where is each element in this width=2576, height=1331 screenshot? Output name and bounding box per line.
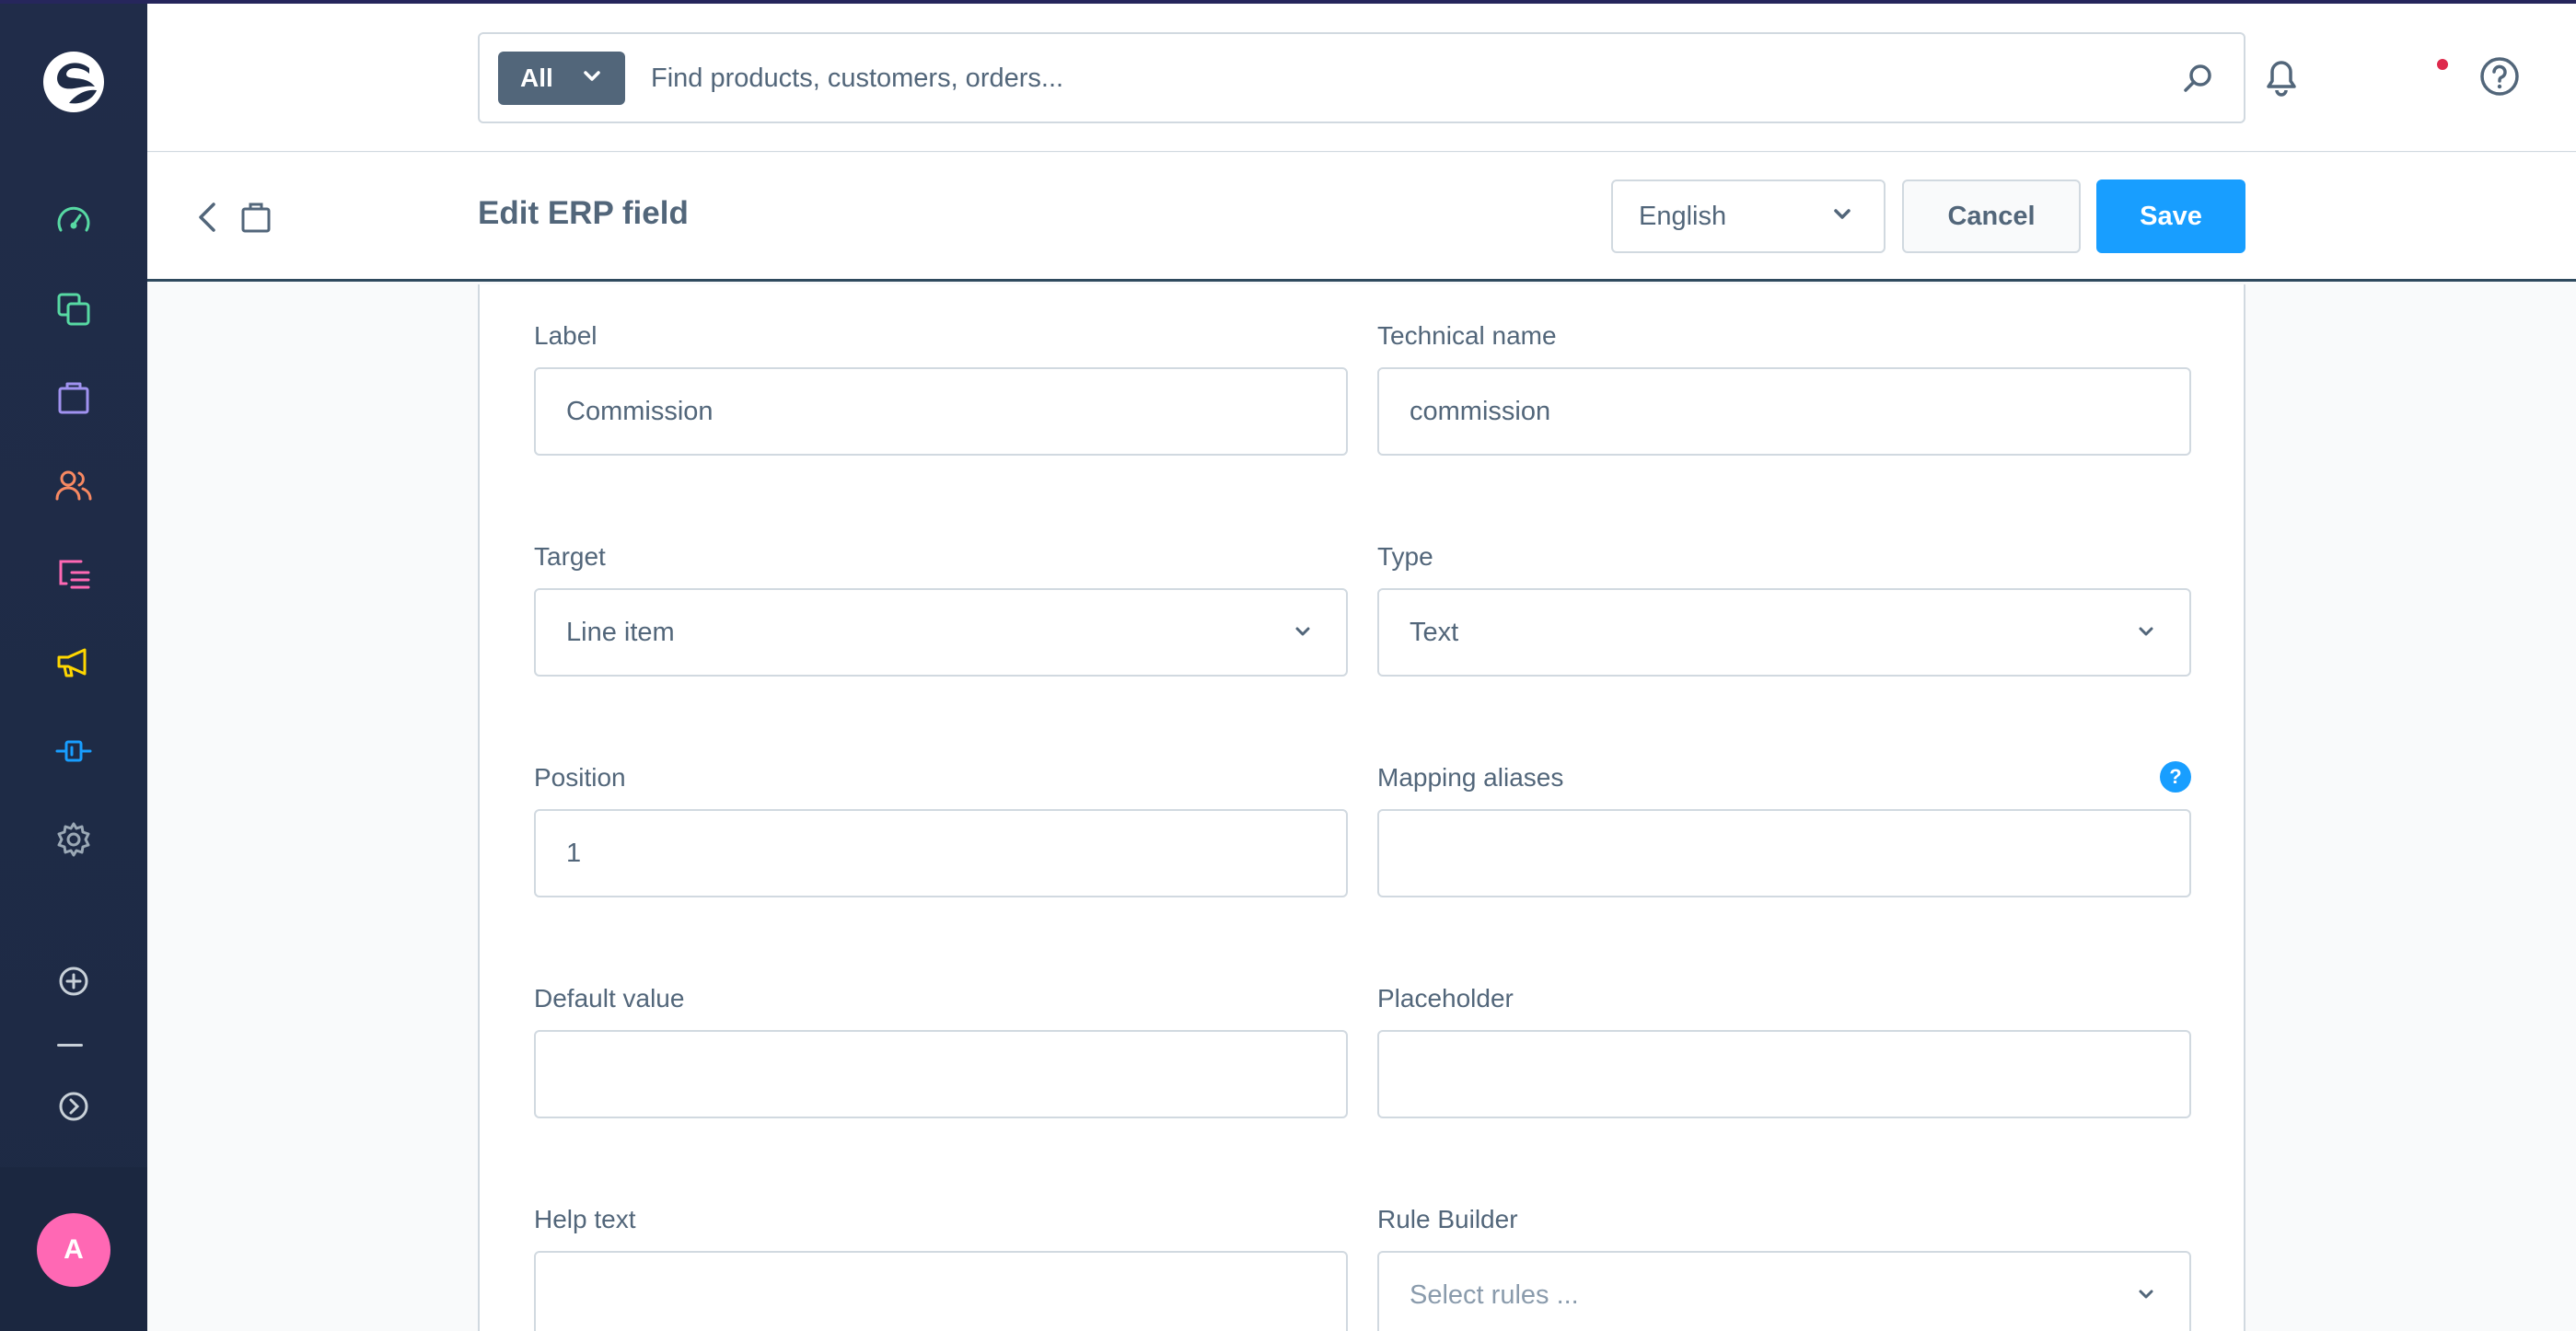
chevron-down-icon	[2139, 627, 2153, 636]
dashboard-gauge-icon[interactable]	[53, 201, 94, 241]
search-type-label: All	[520, 64, 553, 92]
scroll-indicator	[57, 1044, 83, 1047]
sidebar: A	[0, 0, 2576, 1331]
rule-builder-placeholder: Select rules ...	[1410, 1279, 1579, 1310]
help-text-input[interactable]	[534, 1251, 1348, 1331]
default-value-field: Default value	[534, 984, 1348, 1118]
type-field: Type Text	[1377, 542, 2191, 677]
field-label: Label	[534, 321, 598, 350]
users-icon[interactable]	[53, 466, 94, 506]
rule-builder-select[interactable]: Select rules ...	[1377, 1251, 2191, 1331]
module-bag-icon	[241, 203, 271, 233]
technical-name-input[interactable]: commission	[1377, 367, 2191, 456]
help-tooltip-icon[interactable]: ?	[2160, 761, 2191, 793]
save-button[interactable]: Save	[2096, 179, 2245, 253]
help-text-field: Help text	[534, 1205, 1348, 1331]
smart-bar: Edit ERP field English Cancel Save	[147, 153, 2576, 282]
plugin-icon[interactable]	[53, 731, 94, 771]
language-switch[interactable]: English	[1611, 179, 1886, 253]
rule-builder-field: Rule Builder Select rules ...	[1377, 1205, 2191, 1331]
chevron-down-icon	[1295, 627, 1310, 636]
placeholder-field: Placeholder	[1377, 984, 2191, 1118]
field-label: Target	[534, 542, 606, 571]
page-title: Edit ERP field	[478, 195, 689, 231]
search-input[interactable]	[651, 54, 2124, 102]
position-input[interactable]: 1	[534, 809, 1348, 897]
target-select[interactable]: Line item	[534, 588, 1348, 677]
erp-field-form-card: Label Commission Technical name commissi…	[478, 284, 2245, 1331]
help-icon[interactable]	[2478, 55, 2521, 98]
label-field: Label Commission	[534, 321, 1348, 456]
field-label: Type	[1377, 542, 1433, 571]
technical-name-field: Technical name commission	[1377, 321, 2191, 456]
gear-icon[interactable]	[53, 819, 94, 860]
search-icon[interactable]	[2179, 62, 2216, 98]
user-avatar[interactable]: A	[37, 1213, 110, 1287]
back-arrow-icon[interactable]	[190, 197, 226, 237]
position-field: Position 1	[534, 763, 1348, 897]
global-search: All	[478, 32, 2245, 123]
placeholder-input[interactable]	[1377, 1030, 2191, 1118]
shopware-logo[interactable]	[41, 50, 106, 114]
cancel-button[interactable]: Cancel	[1902, 179, 2081, 253]
default-value-input[interactable]	[534, 1030, 1348, 1118]
chevron-down-icon	[1834, 209, 1851, 219]
type-value: Text	[1410, 617, 1459, 647]
target-field: Target Line item	[534, 542, 1348, 677]
field-label: Placeholder	[1377, 984, 1514, 1013]
chevron-down-icon	[584, 71, 600, 81]
notification-badge	[2435, 57, 2450, 72]
megaphone-icon[interactable]	[53, 642, 94, 683]
expand-sidebar-icon[interactable]	[53, 1086, 94, 1127]
top-bar: All	[147, 4, 2576, 152]
mapping-aliases-input[interactable]	[1377, 809, 2191, 897]
field-label: Position	[534, 763, 626, 792]
field-label: Technical name	[1377, 321, 1557, 350]
chevron-down-icon	[2139, 1290, 2153, 1299]
field-label: Help text	[534, 1205, 636, 1233]
products-stack-icon[interactable]	[53, 289, 94, 330]
label-input[interactable]: Commission	[534, 367, 1348, 456]
field-label: Rule Builder	[1377, 1205, 1518, 1233]
add-circle-icon[interactable]	[53, 961, 94, 1001]
notification-bell-icon[interactable]	[2257, 52, 2305, 99]
mapping-aliases-field: Mapping aliases ?	[1377, 761, 2191, 897]
shopping-bag-icon[interactable]	[53, 377, 94, 418]
content-list-icon[interactable]	[53, 554, 94, 595]
target-value: Line item	[566, 617, 675, 647]
field-label: Default value	[534, 984, 685, 1013]
field-label: Mapping aliases	[1377, 763, 1564, 792]
search-type-dropdown[interactable]: All	[498, 52, 625, 105]
language-label: English	[1639, 201, 1727, 231]
type-select[interactable]: Text	[1377, 588, 2191, 677]
